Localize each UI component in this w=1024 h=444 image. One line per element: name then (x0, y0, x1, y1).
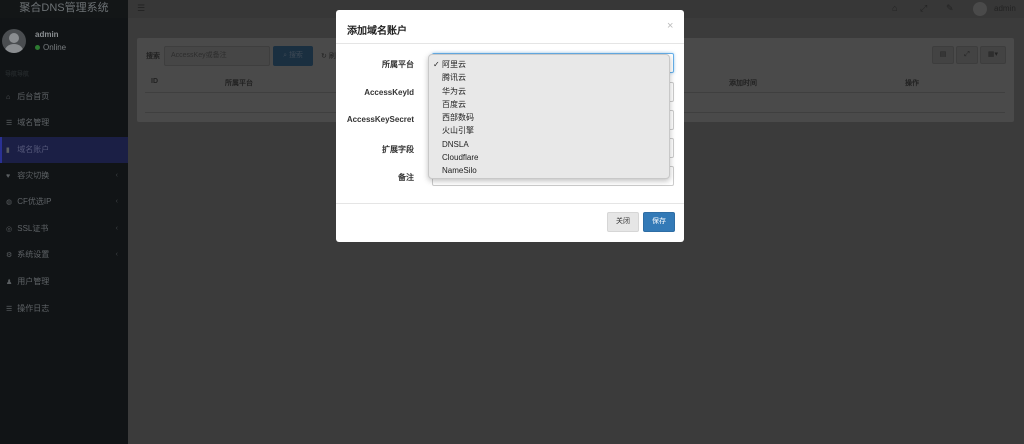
home-icon[interactable]: ⌂ (892, 3, 897, 13)
chevron-left-icon: ‹ (115, 225, 118, 232)
sidebar-item-domains[interactable]: ☰ 域名管理 (0, 110, 128, 136)
home-icon: ⌂ (6, 94, 11, 101)
fullscreen-icon[interactable]: ⤢ (920, 3, 927, 14)
option-label: NameSilo (442, 166, 477, 176)
search-button-label: 搜索 (288, 52, 303, 59)
log-icon: ☰ (6, 306, 13, 313)
modal-title: 添加域名账户 (347, 26, 407, 37)
sidebar-item-users[interactable]: ♟ 用户管理 (0, 269, 128, 295)
accesskeyid-label: AccessKeyId (364, 88, 414, 97)
option-label: 阿里云 (442, 60, 466, 69)
close-icon[interactable]: × (667, 20, 673, 32)
search-icon: ⌕ (283, 52, 287, 59)
user-avatar (2, 29, 26, 53)
sidebar-item-label: 域名管理 (17, 118, 50, 127)
user-status-text: Online (43, 43, 67, 52)
gears-icon: ⚙ (6, 252, 13, 259)
chevron-left-icon: ‹ (115, 198, 118, 205)
globe-icon: ◍ (6, 199, 13, 206)
refresh-icon: ↻ (321, 53, 327, 60)
user-icon: ♟ (6, 279, 13, 286)
chevron-left-icon: ‹ (115, 172, 118, 179)
checkmark-icon: ✓ (433, 60, 440, 69)
option-label: Cloudflare (442, 153, 479, 163)
topbar-username[interactable]: admin (994, 4, 1016, 13)
search-button[interactable]: ⌕ 搜索 (273, 46, 313, 66)
search-input[interactable]: AccessKey或备注 (164, 46, 270, 66)
menu-toggle-icon[interactable]: ☰ (137, 3, 145, 14)
column-header-added-time: 添加时间 (729, 80, 757, 87)
dropdown-option[interactable]: 西部数码 (429, 111, 669, 124)
nav-header: 导航导航 (5, 72, 30, 78)
sidebar-item-label: 用户管理 (17, 277, 50, 286)
sidebar-item-dashboard[interactable]: ⌂ 后台首页 (0, 84, 128, 110)
dropdown-option[interactable]: DNSLA (429, 138, 669, 151)
option-label: 西部数码 (442, 113, 474, 123)
certificate-icon: ◎ (6, 226, 13, 233)
dropdown-option[interactable]: 百度云 (429, 98, 669, 111)
sidebar-item-label: CF优选IP (17, 197, 52, 206)
heartbeat-icon: ♥ (6, 173, 11, 180)
platform-dropdown: ✓ 阿里云 腾讯云 华为云 百度云 西部数码 火山引擎 DNSLA Cloudfl… (428, 54, 670, 179)
sidebar-item-label: 操作日志 (17, 304, 50, 313)
sidebar-item-label: 域名账户 (17, 145, 50, 154)
columns-toggle-button[interactable]: ▦▾ (980, 46, 1006, 64)
column-header-id: ID (151, 78, 158, 85)
option-label: 腾讯云 (442, 73, 466, 83)
dropdown-option[interactable]: 华为云 (429, 85, 669, 98)
table-fullscreen-button[interactable]: ⤢ (956, 46, 978, 64)
sidebar-item-accounts[interactable]: ▮ 域名账户 (0, 137, 128, 163)
columns-icon: ▦▾ (987, 51, 999, 58)
chevron-left-icon: ‹ (115, 251, 118, 258)
save-button[interactable]: 保存 (643, 212, 675, 232)
user-panel: admin Online (0, 18, 128, 64)
fullscreen-icon: ⤢ (964, 51, 970, 58)
modal-header-divider (336, 43, 684, 44)
user-status: Online (35, 43, 66, 52)
accesskeysecret-label: AccessKeySecret (346, 115, 414, 124)
online-dot-icon (35, 45, 40, 50)
sidebar-item-logs[interactable]: ☰ 操作日志 (0, 296, 128, 322)
sidebar-item-label: 容灾切换 (17, 171, 50, 180)
column-header-platform: 所属平台 (225, 80, 253, 87)
lock-icon: ▮ (6, 147, 10, 154)
dropdown-option[interactable]: NameSilo (429, 164, 669, 177)
topbar-avatar[interactable] (973, 2, 987, 16)
search-label: 搜索 (146, 53, 160, 60)
remark-label: 备注 (398, 173, 414, 182)
sidebar-item-ssl[interactable]: ◎ SSL证书 ‹ (0, 216, 128, 242)
table-view-icon: ▤ (939, 51, 947, 58)
refresh-button[interactable]: ↻ 刷 (321, 51, 336, 61)
option-label: 百度云 (442, 99, 466, 109)
close-button[interactable]: 关闭 (607, 212, 639, 232)
column-header-actions: 操作 (905, 80, 919, 87)
app-title: 聚合DNS管理系统 (0, 0, 128, 18)
dropdown-option[interactable]: 腾讯云 (429, 71, 669, 84)
sidebar-item-failover[interactable]: ♥ 容灾切换 ‹ (0, 163, 128, 189)
option-label: 火山引擎 (442, 126, 474, 136)
sidebar-item-label: 后台首页 (17, 92, 50, 101)
sidebar-item-settings[interactable]: ⚙ 系统设置 ‹ (0, 242, 128, 268)
table-refresh-button[interactable]: ▤ (932, 46, 954, 64)
platform-label: 所属平台 (382, 60, 414, 69)
list-icon: ☰ (6, 120, 13, 127)
sidebar-item-label: SSL证书 (17, 224, 49, 233)
user-name: admin (35, 30, 59, 39)
dropdown-option[interactable]: ✓ 阿里云 (429, 58, 669, 71)
extension-field-label: 扩展字段 (382, 145, 414, 154)
wrench-icon[interactable]: ✎ (946, 3, 954, 14)
option-label: 华为云 (442, 86, 466, 96)
option-label: DNSLA (442, 139, 469, 149)
dropdown-option[interactable]: 火山引擎 (429, 124, 669, 137)
dropdown-option[interactable]: Cloudflare (429, 151, 669, 164)
sidebar-item-cf-ip[interactable]: ◍ CF优选IP ‹ (0, 189, 128, 215)
sidebar-item-label: 系统设置 (17, 250, 50, 259)
refresh-label: 刷 (328, 53, 336, 60)
modal-footer-divider (336, 203, 684, 204)
